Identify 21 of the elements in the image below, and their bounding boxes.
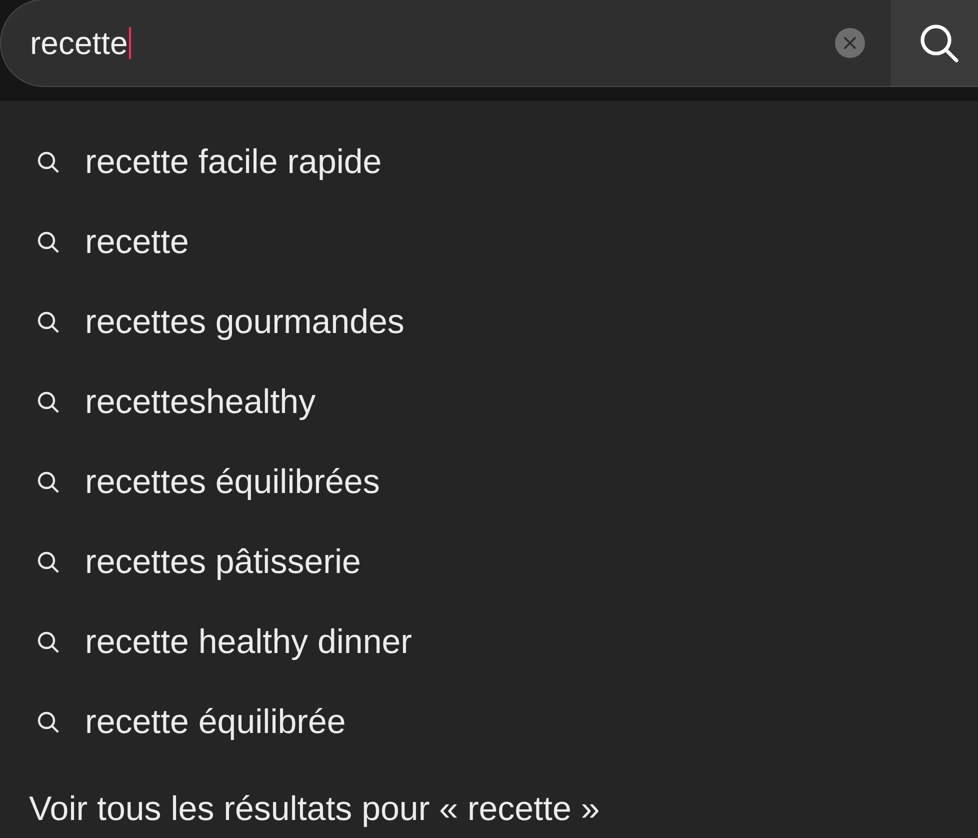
suggestion-item[interactable]: recette healthy dinner — [0, 602, 978, 682]
search-icon — [37, 231, 59, 253]
clear-button[interactable] — [835, 28, 865, 58]
suggestion-item[interactable]: recettes gourmandes — [0, 282, 978, 362]
search-icon — [37, 471, 59, 493]
suggestion-item[interactable]: recettes équilibrées — [0, 442, 978, 522]
suggestion-item[interactable]: recette équilibrée — [0, 682, 978, 762]
suggestion-item[interactable]: recette facile rapide — [0, 122, 978, 202]
close-icon — [844, 37, 856, 49]
search-icon — [37, 311, 59, 333]
search-icon — [37, 551, 59, 573]
search-icon — [37, 151, 59, 173]
suggestion-item[interactable]: recette — [0, 202, 978, 282]
search-icon — [919, 23, 959, 63]
search-icon — [37, 391, 59, 413]
search-icon — [37, 631, 59, 653]
suggestion-item[interactable]: recettes pâtisserie — [0, 522, 978, 602]
suggestion-item[interactable]: recetteshealthy — [0, 362, 978, 442]
see-all-results-link[interactable]: Voir tous les résultats pour « recette » — [29, 789, 600, 829]
search-field[interactable]: recette — [1, 0, 835, 86]
search-icon — [37, 711, 59, 733]
